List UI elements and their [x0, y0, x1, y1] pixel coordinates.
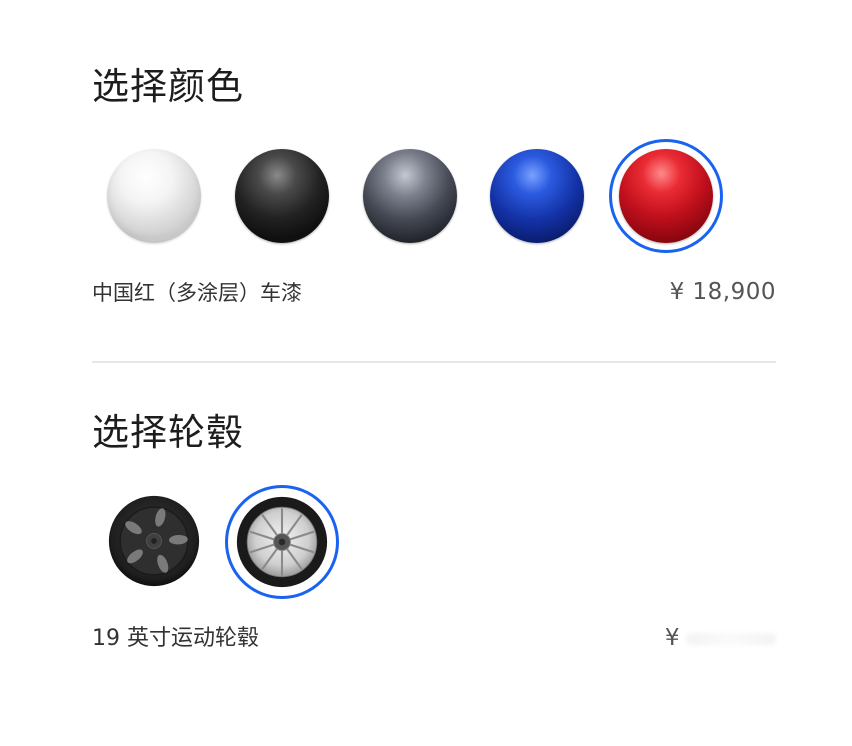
wheel-option-aero[interactable] [107, 494, 201, 588]
paint-swatch-midnight-silver[interactable] [363, 149, 457, 243]
selected-paint-label: 中国红（多涂层）车漆 [92, 281, 302, 305]
sport-wheel-icon [236, 496, 328, 588]
wheel-price-symbol: ¥ [664, 625, 680, 651]
paint-section-title: 选择颜色 [92, 65, 244, 108]
paint-swatch-red[interactable] [619, 149, 713, 243]
selected-wheel-label: 19 英寸运动轮毂 [92, 626, 259, 651]
paint-swatch-deep-blue[interactable] [490, 149, 584, 243]
section-divider [92, 361, 776, 363]
selected-paint-price: ¥ 18,900 [669, 279, 776, 305]
wheel-price-blurred [686, 632, 776, 645]
wheel-option-sport[interactable] [235, 495, 329, 589]
paint-swatch-white[interactable] [107, 149, 201, 243]
aero-wheel-icon [108, 495, 200, 587]
paint-swatch-black[interactable] [235, 149, 329, 243]
selected-wheel-price: ¥ [665, 627, 776, 650]
wheel-section-title: 选择轮毂 [92, 411, 244, 454]
